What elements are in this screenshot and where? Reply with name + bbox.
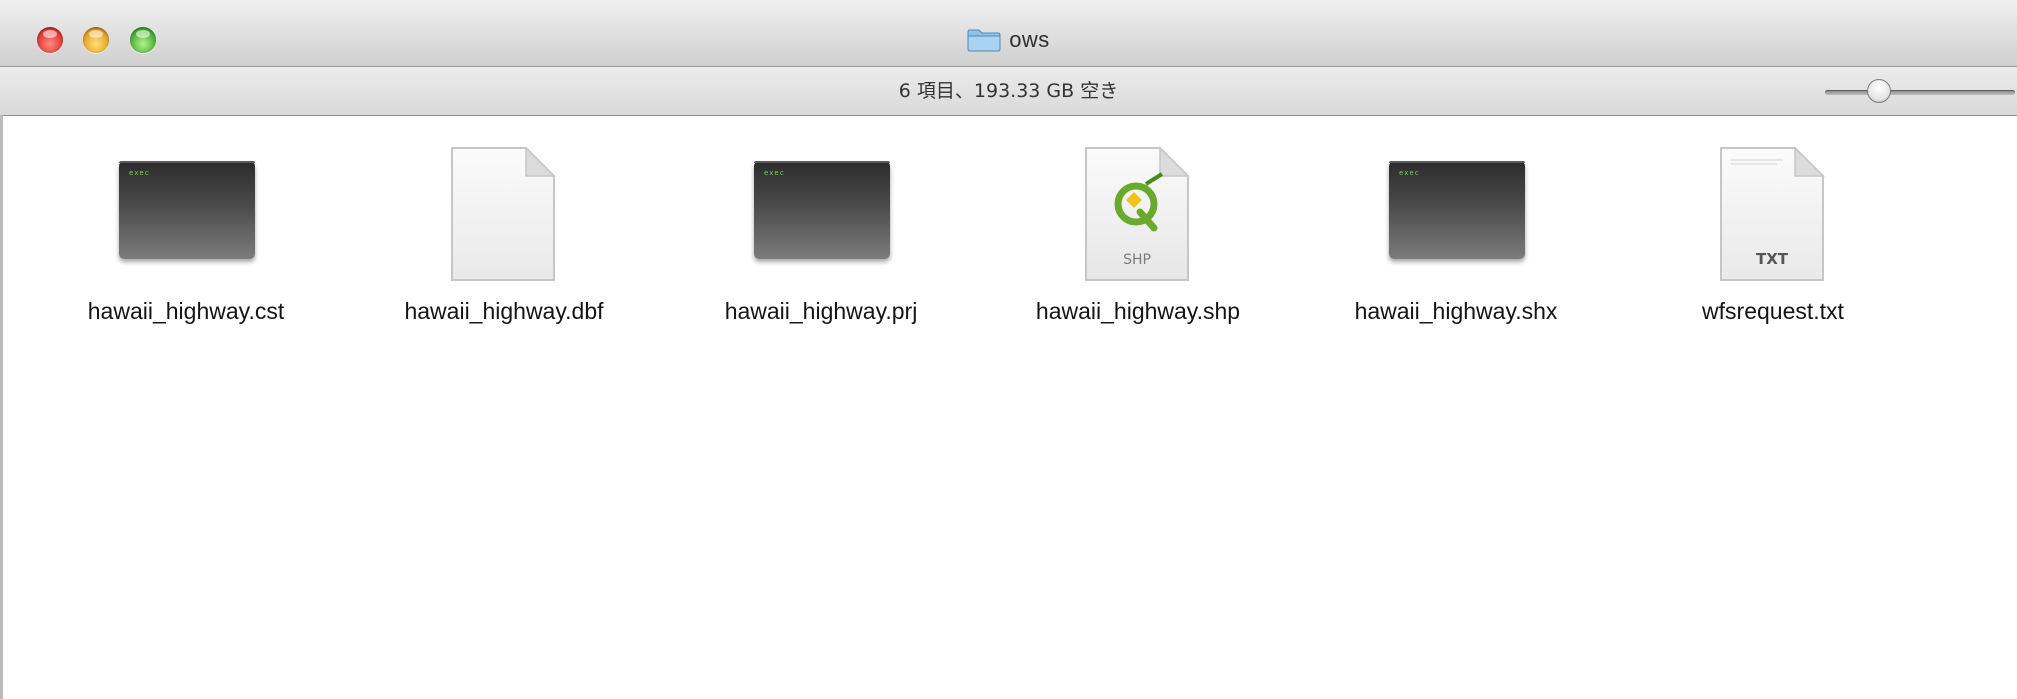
exec-label: exec bbox=[129, 169, 150, 177]
blank-document-icon[interactable] bbox=[434, 144, 574, 281]
file-name[interactable]: hawaii_highway.shp bbox=[988, 296, 1288, 326]
folder-icon bbox=[967, 28, 1001, 52]
exec-terminal-icon[interactable]: exec bbox=[116, 144, 256, 274]
file-item[interactable]: TXT wfsrequest.txt bbox=[1623, 144, 1923, 326]
txt-badge: TXT bbox=[1755, 250, 1789, 268]
finder-window: ows 6 項目、193.33 GB 空き exec hawaii_highwa… bbox=[0, 0, 2017, 699]
file-item[interactable]: SHP hawaii_highway.shp bbox=[988, 144, 1288, 326]
file-name[interactable]: hawaii_highway.cst bbox=[36, 296, 336, 326]
text-document-icon[interactable]: TXT bbox=[1703, 144, 1843, 281]
slider-thumb[interactable] bbox=[1867, 79, 1891, 103]
shp-badge: SHP bbox=[1123, 252, 1151, 268]
file-item[interactable]: exec hawaii_highway.prj bbox=[671, 144, 971, 326]
file-name[interactable]: hawaii_highway.shx bbox=[1306, 296, 1606, 326]
exec-label: exec bbox=[764, 169, 785, 177]
file-item[interactable]: hawaii_highway.dbf bbox=[354, 144, 654, 326]
title-bar[interactable]: ows bbox=[0, 0, 2017, 67]
qgis-shp-document-icon[interactable]: SHP bbox=[1068, 144, 1208, 281]
file-name[interactable]: hawaii_highway.prj bbox=[671, 296, 971, 326]
status-text: 6 項目、193.33 GB 空き bbox=[898, 80, 1119, 102]
exec-label: exec bbox=[1399, 169, 1420, 177]
icon-size-slider[interactable] bbox=[1825, 79, 2015, 103]
file-item[interactable]: exec hawaii_highway.cst bbox=[36, 144, 336, 326]
exec-terminal-icon[interactable]: exec bbox=[751, 144, 891, 274]
status-bar: 6 項目、193.33 GB 空き bbox=[0, 67, 2017, 116]
file-name[interactable]: wfsrequest.txt bbox=[1623, 296, 1923, 326]
exec-terminal-icon[interactable]: exec bbox=[1386, 144, 1526, 274]
file-name[interactable]: hawaii_highway.dbf bbox=[354, 296, 654, 326]
slider-track[interactable] bbox=[1825, 90, 2015, 95]
file-grid: exec hawaii_highway.cst hawaii_highway.d… bbox=[3, 116, 2017, 699]
window-title-group: ows bbox=[0, 25, 2017, 55]
window-title: ows bbox=[1009, 27, 1050, 52]
file-item[interactable]: exec hawaii_highway.shx bbox=[1306, 144, 1606, 326]
